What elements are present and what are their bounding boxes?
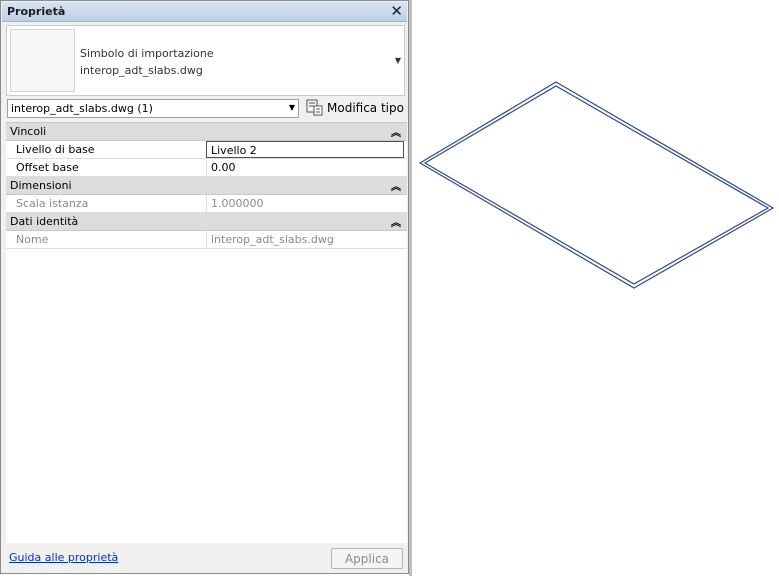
type-preview-image [10, 29, 75, 92]
type-family-label: Simbolo di importazione [80, 47, 214, 60]
property-value-field: interop_adt_slabs.dwg [206, 231, 404, 248]
property-name: Livello di base [16, 143, 95, 156]
chevron-down-icon[interactable]: ▼ [395, 56, 401, 65]
double-chevron-up-icon[interactable]: ︽ [391, 124, 401, 139]
double-chevron-up-icon[interactable]: ︽ [391, 178, 401, 193]
group-title: Dati identità [10, 215, 79, 228]
type-name-label: interop_adt_slabs.dwg [80, 64, 203, 77]
group-header-vincoli[interactable]: Vincoli ︽ [6, 123, 407, 141]
property-value-field[interactable]: Livello 2 [206, 141, 404, 158]
group-header-dati-identita[interactable]: Dati identità ︽ [6, 213, 407, 231]
edit-type-label: Modifica tipo [327, 101, 404, 115]
chevron-down-icon[interactable]: ▼ [289, 103, 295, 112]
property-name: Scala istanza [16, 197, 89, 210]
properties-palette: Proprietà ✕ Simbolo di importazione inte… [0, 0, 409, 574]
property-row-scala-istanza: Scala istanza 1.000000 [6, 195, 407, 213]
close-icon[interactable]: ✕ [390, 2, 403, 21]
group-header-dimensioni[interactable]: Dimensioni ︽ [6, 177, 407, 195]
type-selector[interactable]: Simbolo di importazione interop_adt_slab… [6, 25, 405, 96]
palette-titlebar[interactable]: Proprietà ✕ [2, 2, 407, 22]
double-chevron-up-icon[interactable]: ︽ [391, 214, 401, 229]
slab-view [418, 81, 775, 289]
group-title: Dimensioni [10, 179, 72, 192]
property-name: Offset base [16, 161, 79, 174]
property-value-field[interactable]: 0.00 [206, 159, 404, 176]
property-row-offset-base[interactable]: Offset base 0.00 [6, 159, 407, 177]
property-row-nome: Nome interop_adt_slabs.dwg [6, 231, 407, 249]
slab-outline-inner [423, 85, 770, 285]
property-name: Nome [16, 233, 49, 246]
property-row-livello-di-base[interactable]: Livello di base Livello 2 [6, 141, 407, 159]
slab-outline-outer[interactable] [418, 81, 775, 289]
palette-title: Proprietà [7, 5, 66, 18]
properties-help-link[interactable]: Guida alle proprietà [9, 551, 118, 564]
edit-type-button[interactable]: Modifica tipo [305, 99, 405, 118]
edit-type-icon [306, 99, 323, 116]
apply-button[interactable]: Applica [331, 548, 403, 569]
group-title: Vincoli [10, 125, 47, 138]
instance-filter-dropdown[interactable]: interop_adt_slabs.dwg (1) ▼ [7, 99, 299, 118]
drawing-canvas[interactable] [412, 0, 779, 576]
property-value-field: 1.000000 [206, 195, 404, 212]
instance-filter-value: interop_adt_slabs.dwg (1) [11, 102, 153, 115]
properties-grid: Vincoli ︽ Livello di base Livello 2 Offs… [6, 122, 407, 543]
